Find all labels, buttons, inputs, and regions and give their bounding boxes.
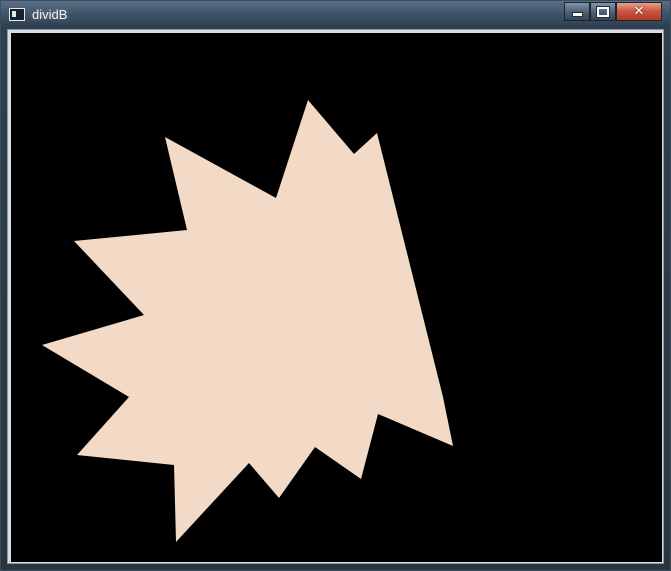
title-bar[interactable]: dividB ✕: [1, 1, 670, 29]
window-controls: ✕: [564, 2, 662, 21]
maximize-button[interactable]: [590, 2, 616, 21]
minimize-icon: [571, 12, 583, 17]
app-window-icon[interactable]: [9, 8, 25, 21]
close-button[interactable]: ✕: [616, 2, 662, 21]
maximize-icon: [596, 5, 610, 18]
canvas-svg: [11, 33, 662, 562]
window-title: dividB: [32, 7, 68, 22]
client-area-frame: [7, 29, 664, 564]
drawing-canvas[interactable]: [11, 33, 662, 562]
app-window: dividB ✕: [0, 0, 671, 571]
minimize-button[interactable]: [564, 2, 590, 21]
close-icon: ✕: [633, 4, 645, 19]
